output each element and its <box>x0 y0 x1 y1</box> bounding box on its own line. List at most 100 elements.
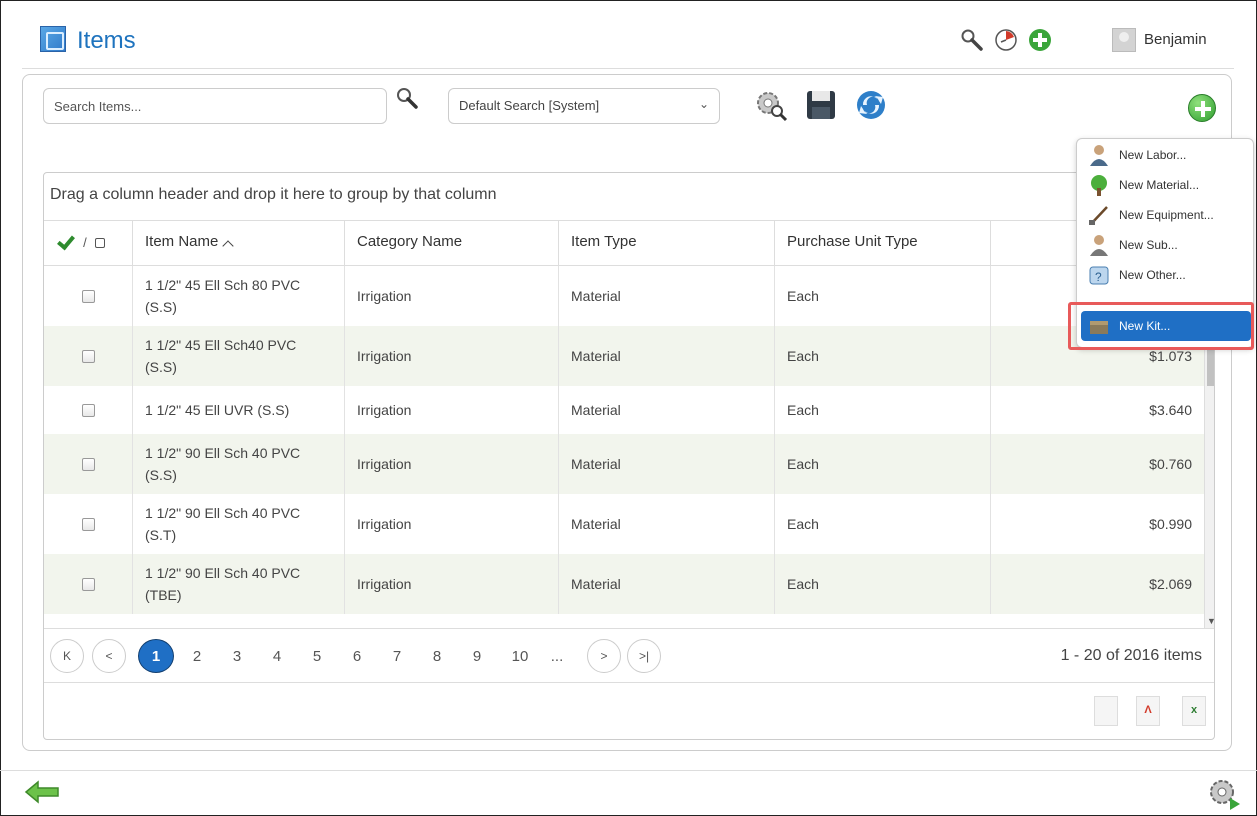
column-header-purchase-unit-type[interactable]: Purchase Unit Type <box>774 221 990 266</box>
table-row[interactable]: 1 1/2" 45 Ell Sch 80 PVC (S.S) Irrigatio… <box>44 266 1204 326</box>
price: $0.990 <box>1149 516 1192 532</box>
item-type: Material <box>571 576 621 592</box>
search-icon[interactable] <box>960 28 984 52</box>
grid-body: 1 1/2" 45 Ell Sch 80 PVC (S.S) Irrigatio… <box>44 266 1204 628</box>
table-row[interactable]: 1 1/2" 45 Ell Sch40 PVC (S.S) Irrigation… <box>44 326 1204 386</box>
row-select-cell <box>44 386 132 434</box>
chevron-down-icon: ⌄ <box>698 97 709 111</box>
page-3[interactable]: 3 <box>227 639 247 673</box>
table-row[interactable]: 1 1/2" 90 Ell Sch 40 PVC (TBE) Irrigatio… <box>44 554 1204 614</box>
price-cell: $0.760 <box>990 434 1204 494</box>
item-name: 1 1/2" 90 Ell Sch 40 PVC (S.T) <box>145 505 301 543</box>
column-header-item-type[interactable]: Item Type <box>558 221 774 266</box>
table-row[interactable]: 1 1/2" 90 Ell Sch 40 PVC (S.T) Irrigatio… <box>44 494 1204 554</box>
category-cell: Irrigation <box>344 266 558 326</box>
export-excel-icon[interactable]: x <box>1182 696 1206 726</box>
row-checkbox[interactable] <box>81 289 95 303</box>
price-cell: $2.069 <box>990 554 1204 614</box>
scroll-down-icon[interactable]: ▼ <box>1207 616 1214 626</box>
first-page-button[interactable]: K <box>50 639 84 673</box>
purchase-unit-type: Each <box>787 288 819 304</box>
export-document-icon[interactable] <box>1094 696 1118 726</box>
menu-item-label: New Labor... <box>1119 148 1187 162</box>
back-arrow-icon[interactable] <box>24 780 60 804</box>
item-type-cell: Material <box>558 434 774 494</box>
page-6[interactable]: 6 <box>347 639 367 673</box>
export-pdf-icon[interactable]: Λ <box>1136 696 1160 726</box>
menu-item-new-equipment[interactable]: New Equipment... <box>1081 201 1251 229</box>
group-drop-area[interactable]: Drag a column header and drop it here to… <box>44 173 1214 221</box>
price: $2.069 <box>1149 576 1192 592</box>
item-type: Material <box>571 288 621 304</box>
add-item-button[interactable] <box>1188 94 1216 122</box>
unit-type-cell: Each <box>774 554 990 614</box>
page-4[interactable]: 4 <box>267 639 287 673</box>
kit-box-icon <box>1090 321 1108 334</box>
table-row[interactable]: 1 1/2" 45 Ell UVR (S.S) Irrigation Mater… <box>44 386 1204 434</box>
menu-item-new-other[interactable]: ? New Other... <box>1081 261 1251 289</box>
save-icon[interactable] <box>803 87 839 123</box>
page-9[interactable]: 9 <box>467 639 487 673</box>
pager-summary: 1 - 20 of 2016 items <box>1060 647 1202 664</box>
category-name: Irrigation <box>357 288 412 304</box>
column-header-item-name[interactable]: Item Name <box>132 221 344 266</box>
settings-gear-icon[interactable] <box>1206 776 1242 812</box>
category-name: Irrigation <box>357 348 412 364</box>
uncheck-all-box[interactable] <box>94 238 105 249</box>
last-page-button[interactable]: >| <box>627 639 661 673</box>
item-type-cell: Material <box>558 494 774 554</box>
search-input[interactable] <box>43 88 387 124</box>
user-name[interactable]: Benjamin <box>1144 31 1207 48</box>
item-name: 1 1/2" 90 Ell Sch 40 PVC (TBE) <box>145 565 301 603</box>
select-column-header[interactable]: / <box>44 221 132 266</box>
row-checkbox[interactable] <box>81 349 95 363</box>
row-checkbox[interactable] <box>81 403 95 417</box>
saved-search-select[interactable]: Default Search [System] ⌄ <box>448 88 720 124</box>
search-icon[interactable] <box>395 86 419 110</box>
more-pages[interactable]: ... <box>547 639 567 673</box>
price-cell: $0.990 <box>990 494 1204 554</box>
purchase-unit-type: Each <box>787 576 819 592</box>
menu-item-new-labor[interactable]: New Labor... <box>1081 141 1251 169</box>
menu-item-new-material[interactable]: New Material... <box>1081 171 1251 199</box>
row-checkbox[interactable] <box>81 577 95 591</box>
menu-item-new-kit[interactable]: New Kit... <box>1081 311 1251 341</box>
price: $1.073 <box>1149 348 1192 364</box>
page-1[interactable]: 1 <box>138 639 174 673</box>
table-row[interactable]: 1 1/2" 90 Ell Sch 40 PVC (S.S) Irrigatio… <box>44 434 1204 494</box>
row-select-cell <box>44 434 132 494</box>
row-checkbox[interactable] <box>81 457 95 471</box>
settings-search-icon[interactable] <box>753 87 789 123</box>
unit-type-cell: Each <box>774 326 990 386</box>
item-name-cell: 1 1/2" 90 Ell Sch 40 PVC (S.T) <box>132 494 344 554</box>
user-avatar[interactable] <box>1112 28 1136 52</box>
add-icon[interactable] <box>1028 28 1052 52</box>
page-8[interactable]: 8 <box>427 639 447 673</box>
items-app-icon <box>40 26 66 52</box>
subcontractor-icon <box>1090 235 1108 256</box>
prev-page-button[interactable]: < <box>92 639 126 673</box>
column-header-label: Purchase Unit Type <box>787 233 918 250</box>
history-icon[interactable] <box>994 28 1018 52</box>
category-cell: Irrigation <box>344 386 558 434</box>
item-type-cell: Material <box>558 326 774 386</box>
page-7[interactable]: 7 <box>387 639 407 673</box>
page-5[interactable]: 5 <box>307 639 327 673</box>
select-separator: / <box>83 235 87 250</box>
menu-item-new-sub[interactable]: New Sub... <box>1081 231 1251 259</box>
page-10[interactable]: 10 <box>507 639 533 673</box>
category-name: Irrigation <box>357 456 412 472</box>
purchase-unit-type: Each <box>787 516 819 532</box>
item-type: Material <box>571 516 621 532</box>
column-header-category-name[interactable]: Category Name <box>344 221 558 266</box>
row-select-cell <box>44 266 132 326</box>
check-all-icon[interactable] <box>58 235 75 249</box>
row-checkbox[interactable] <box>81 517 95 531</box>
category-cell: Irrigation <box>344 434 558 494</box>
menu-item-label: New Equipment... <box>1119 208 1214 222</box>
saved-search-value: Default Search [System] <box>459 98 600 113</box>
refresh-icon[interactable] <box>853 87 889 123</box>
item-name-cell: 1 1/2" 90 Ell Sch 40 PVC (TBE) <box>132 554 344 614</box>
page-2[interactable]: 2 <box>187 639 207 673</box>
next-page-button[interactable]: > <box>587 639 621 673</box>
